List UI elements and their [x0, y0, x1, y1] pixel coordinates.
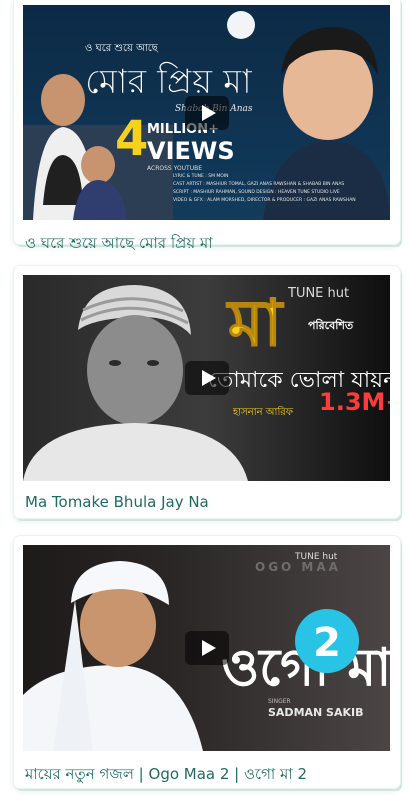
thumb-number: 2: [313, 620, 341, 666]
thumb-top-line: ও ঘরে শুয়ে আছে: [85, 43, 159, 54]
thumb-big-title: মোর প্রিয় মা: [85, 62, 253, 102]
views-badge: 1.3M+: [319, 388, 390, 416]
video-card[interactable]: OGO MAA TUNE hut ওগো মা 2 SINGER SADMAN …: [14, 536, 400, 788]
video-card[interactable]: TUNE hut পরিবেশিত মা তোমাকে ভোলা যায়না …: [14, 266, 400, 518]
presents-label: পরিবেশিত: [308, 318, 354, 332]
video-title[interactable]: মায়ের নতুন গজল | Ogo Maa 2 | ওগো মা 2: [23, 751, 391, 788]
video-title[interactable]: Ma Tomake Bhula Jay Na: [23, 481, 391, 511]
video-thumbnail[interactable]: TUNE hut পরিবেশিত মা তোমাকে ভোলা যায়না …: [23, 275, 390, 481]
brand-logo: TUNE hut: [287, 286, 349, 301]
play-icon[interactable]: [184, 631, 229, 665]
play-icon[interactable]: [184, 95, 229, 130]
singer-label: SINGER: [268, 698, 291, 705]
views-label: VIEWS: [147, 137, 235, 165]
credit-line: LYRIC & TUNE : SM MOIN: [173, 173, 229, 179]
thumb-big-title: মা: [226, 287, 285, 361]
singer-name: SADMAN SAKIB: [268, 706, 364, 719]
views-sub: ACROSS YOUTUBE: [147, 165, 202, 172]
video-feed: 4 MILLION+ VIEWS ACROSS YOUTUBE ও ঘরে শু…: [0, 0, 413, 800]
credit-line: CAST ARTIST : MASHIUR TOMAL, GAZI ANAS R…: [173, 181, 344, 187]
credit-line: VIDEO & GFX : ALAM MORSHED, DIRECTOR & P…: [173, 197, 356, 203]
video-thumbnail[interactable]: 4 MILLION+ VIEWS ACROSS YOUTUBE ও ঘরে শু…: [23, 5, 390, 220]
brand-logo: TUNE hut: [294, 552, 338, 562]
credit-line: SCRIPT : MASHIUR RAHMAN, SOUND DESIGN : …: [173, 189, 340, 195]
video-title[interactable]: ও ঘরে শুয়ে আছে মোর প্রিয় মা: [23, 220, 391, 257]
play-icon[interactable]: [184, 361, 229, 395]
views-number: 4: [115, 111, 148, 167]
thumb-singer: হাসনান আরিফ: [232, 406, 294, 418]
video-thumbnail[interactable]: OGO MAA TUNE hut ওগো মা 2 SINGER SADMAN …: [23, 545, 390, 751]
video-card[interactable]: 4 MILLION+ VIEWS ACROSS YOUTUBE ও ঘরে শু…: [14, 0, 400, 252]
thumb-banner: OGO MAA: [255, 560, 341, 574]
